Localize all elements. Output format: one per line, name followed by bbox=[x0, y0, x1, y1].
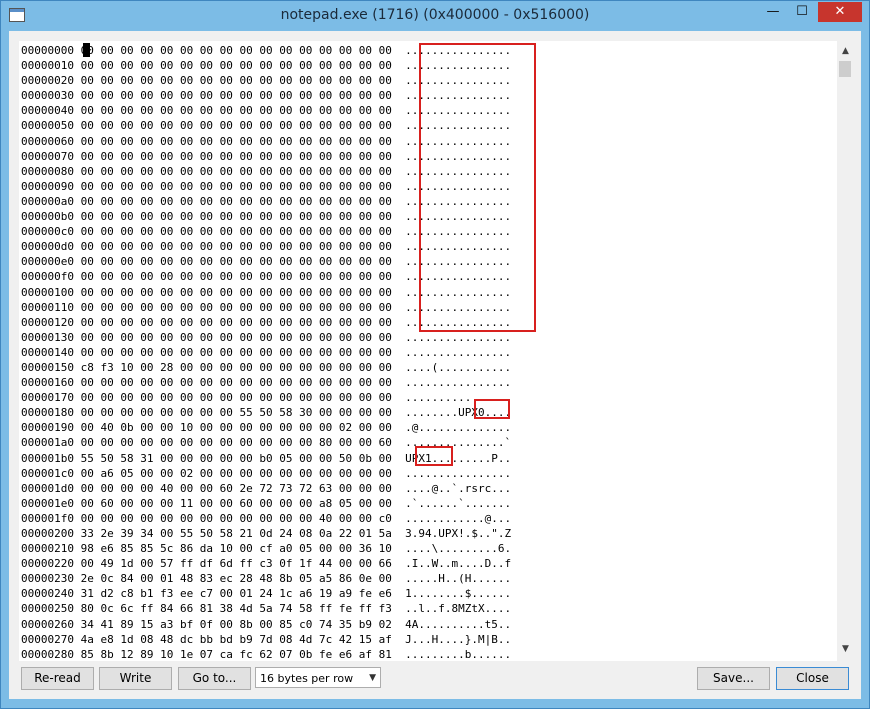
bytes-per-row-select[interactable]: 16 bytes per row ▼ bbox=[255, 667, 381, 688]
bytes-per-row-value: 16 bytes per row bbox=[260, 672, 354, 685]
scroll-thumb[interactable] bbox=[839, 61, 851, 77]
edit-cursor bbox=[83, 43, 90, 57]
scroll-down-icon[interactable]: ▼ bbox=[837, 641, 854, 657]
highlight-upx0-signature bbox=[474, 399, 510, 419]
highlight-empty-header-region bbox=[419, 43, 536, 332]
vertical-scrollbar[interactable]: ▲ ▼ bbox=[837, 41, 854, 661]
scroll-up-icon[interactable]: ▲ bbox=[837, 43, 854, 59]
minimize-button[interactable]: — bbox=[760, 2, 786, 22]
maximize-button[interactable]: ☐ bbox=[789, 2, 815, 22]
window-close-button[interactable]: ✕ bbox=[818, 2, 862, 22]
highlight-upx1-signature bbox=[415, 446, 453, 466]
chevron-down-icon: ▼ bbox=[369, 673, 376, 683]
hex-view[interactable]: 00000000 00 00 00 00 00 00 00 00 00 00 0… bbox=[19, 41, 837, 661]
reread-button[interactable]: Re-read bbox=[21, 667, 94, 690]
hex-editor-window: notepad.exe (1716) (0x400000 - 0x516000)… bbox=[0, 0, 870, 709]
client-area: 00000000 00 00 00 00 00 00 00 00 00 00 0… bbox=[9, 31, 861, 699]
close-button[interactable]: Close bbox=[776, 667, 849, 690]
save-button[interactable]: Save... bbox=[697, 667, 770, 690]
window-title: notepad.exe (1716) (0x400000 - 0x516000) bbox=[280, 7, 590, 23]
title-bar[interactable]: notepad.exe (1716) (0x400000 - 0x516000)… bbox=[1, 1, 869, 31]
write-button[interactable]: Write bbox=[99, 667, 172, 690]
goto-button[interactable]: Go to... bbox=[178, 667, 251, 690]
